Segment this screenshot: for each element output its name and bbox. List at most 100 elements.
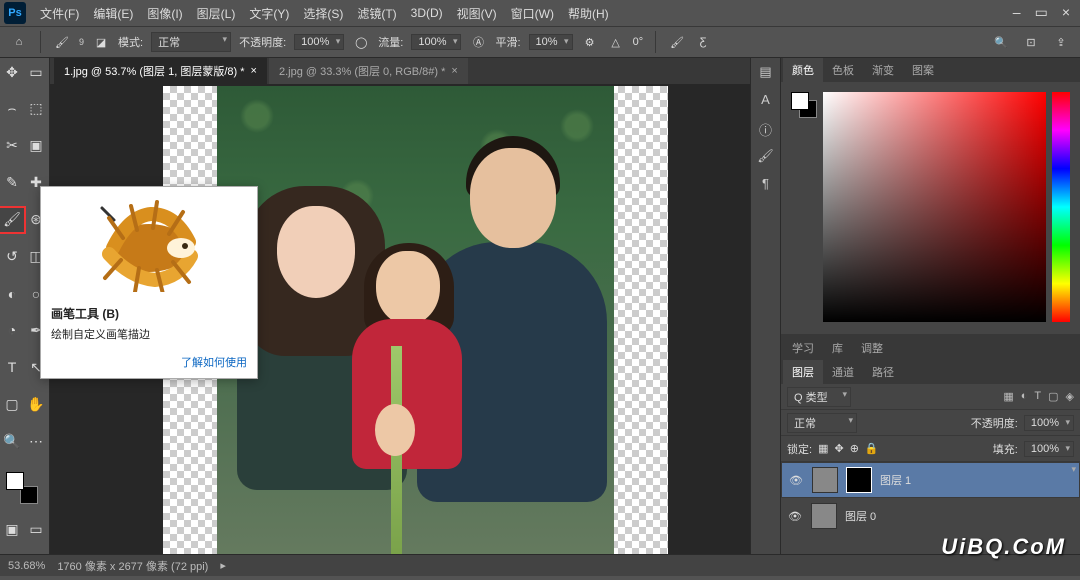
fill-input[interactable]: 100% xyxy=(1024,441,1074,457)
menu-file[interactable]: 文件(F) xyxy=(34,2,85,25)
tab-learn[interactable]: 学习 xyxy=(783,336,823,360)
menu-help[interactable]: 帮助(H) xyxy=(562,2,615,25)
status-arrow-icon[interactable]: ▸ xyxy=(220,559,226,572)
tab-swatches[interactable]: 色板 xyxy=(823,58,863,82)
visibility-icon[interactable]: 👁 xyxy=(788,474,804,487)
type-tool[interactable]: T xyxy=(0,355,24,379)
layer-opacity-input[interactable]: 100% xyxy=(1024,415,1074,431)
opacity-input[interactable]: 100% xyxy=(294,34,344,50)
saturation-value-picker[interactable] xyxy=(823,92,1046,322)
doc-dimensions[interactable]: 1760 像素 x 2677 像素 (72 ppi) xyxy=(57,558,208,574)
brush-preset-icon[interactable]: ◪ xyxy=(92,33,110,51)
quick-mask-tool[interactable]: ▣ xyxy=(0,517,24,541)
hue-slider[interactable] xyxy=(1052,92,1070,322)
flow-label: 流量: xyxy=(378,34,403,50)
lock-position-icon[interactable]: ✥ xyxy=(834,442,843,455)
zoom-level[interactable]: 53.68% xyxy=(8,560,45,572)
menu-3d[interactable]: 3D(D) xyxy=(405,3,449,23)
filter-pixel-icon[interactable]: ▦ xyxy=(1003,390,1013,403)
close-tab-icon[interactable]: × xyxy=(451,65,457,77)
menu-window[interactable]: 窗口(W) xyxy=(505,2,560,25)
character-panel-icon[interactable]: A xyxy=(757,92,775,110)
workspace-icon[interactable]: ⊡ xyxy=(1022,33,1040,51)
tab-libraries[interactable]: 库 xyxy=(823,336,852,360)
right-panels: 颜色 色板 渐变 图案 学习 库 调整 图层 通道 路径 Q 类型 ▦ xyxy=(780,58,1080,554)
hand-tool[interactable]: ✋ xyxy=(24,392,48,416)
brush-tool[interactable]: 🖌 xyxy=(0,208,24,232)
filter-adjust-icon[interactable]: ◐ xyxy=(1021,390,1028,403)
quick-select-tool[interactable]: ⬚ xyxy=(24,97,48,121)
color-swatch[interactable] xyxy=(6,472,38,504)
properties-panel-icon[interactable]: ⓘ xyxy=(757,120,775,138)
tab-color[interactable]: 颜色 xyxy=(783,58,823,82)
minimize-icon[interactable]: – xyxy=(1013,4,1021,21)
edit-toolbar[interactable]: ⋯ xyxy=(24,429,48,453)
history-panel-icon[interactable]: ▤ xyxy=(757,64,775,82)
tool-tooltip: 画笔工具 (B) 绘制自定义画笔描边 了解如何使用 xyxy=(40,186,258,379)
angle-icon[interactable]: △ xyxy=(607,33,625,51)
tab-patterns[interactable]: 图案 xyxy=(903,58,943,82)
settings-icon[interactable]: ⚙ xyxy=(581,33,599,51)
layer-item-0[interactable]: 👁 图层 0 xyxy=(781,498,1080,534)
menu-edit[interactable]: 编辑(E) xyxy=(87,2,139,25)
watermark: UiBQ.CoM xyxy=(941,534,1066,560)
restore-icon[interactable]: ▭ xyxy=(1035,4,1048,21)
smoothing-input[interactable]: 10% xyxy=(529,34,573,50)
blend-mode-select[interactable]: 正常 xyxy=(151,32,231,52)
tooltip-learn-link[interactable]: 了解如何使用 xyxy=(41,350,257,378)
layer-blend-select[interactable]: 正常 xyxy=(787,413,857,433)
tab-gradients[interactable]: 渐变 xyxy=(863,58,903,82)
document-tabs: 1.jpg @ 53.7% (图层 1, 图层蒙版/8) *× 2.jpg @ … xyxy=(50,58,780,84)
symmetry-icon[interactable]: Ƹ xyxy=(694,33,712,51)
menu-image[interactable]: 图像(I) xyxy=(141,2,188,25)
screen-mode-tool[interactable]: ▭ xyxy=(24,517,48,541)
filter-shape-icon[interactable]: ▢ xyxy=(1048,390,1058,403)
lock-pixels-icon[interactable]: ▦ xyxy=(818,442,828,455)
share-icon[interactable]: ⇪ xyxy=(1052,33,1070,51)
brush-tool-icon[interactable]: 🖌 xyxy=(53,33,71,51)
layer-filter-select[interactable]: Q 类型 xyxy=(787,387,851,407)
pressure-opacity-icon[interactable]: ◯ xyxy=(352,33,370,51)
layer-item-1[interactable]: 👁 图层 1 xyxy=(781,462,1080,498)
tab-paths[interactable]: 路径 xyxy=(863,360,903,384)
document-tab-2[interactable]: 2.jpg @ 33.3% (图层 0, RGB/8#) *× xyxy=(269,58,468,84)
menu-view[interactable]: 视图(V) xyxy=(451,2,503,25)
history-brush-tool[interactable]: ↺ xyxy=(0,245,24,269)
filter-type-icon[interactable]: T xyxy=(1034,390,1041,403)
frame-tool[interactable]: ▣ xyxy=(24,134,48,158)
eyedropper-tool[interactable]: ✎ xyxy=(0,171,24,195)
color-panel-tabs: 颜色 色板 渐变 图案 xyxy=(781,58,1080,82)
tab-adjustments[interactable]: 调整 xyxy=(852,336,892,360)
brushes-panel-icon[interactable]: 🖌 xyxy=(757,148,775,166)
menu-type[interactable]: 文字(Y) xyxy=(243,2,295,25)
color-chip[interactable] xyxy=(791,92,817,118)
close-icon[interactable]: × xyxy=(1062,4,1070,21)
search-icon[interactable]: 🔍 xyxy=(992,33,1010,51)
shape-tool[interactable]: ▢ xyxy=(0,392,24,416)
menu-select[interactable]: 选择(S) xyxy=(297,2,349,25)
menu-layer[interactable]: 图层(L) xyxy=(191,2,242,25)
move-tool[interactable]: ✥ xyxy=(0,60,24,84)
document-tab-1[interactable]: 1.jpg @ 53.7% (图层 1, 图层蒙版/8) *× xyxy=(54,58,267,84)
lock-all-icon[interactable]: 🔒 xyxy=(865,442,879,455)
visibility-icon[interactable]: 👁 xyxy=(787,510,803,523)
close-tab-icon[interactable]: × xyxy=(251,65,257,77)
tab-channels[interactable]: 通道 xyxy=(823,360,863,384)
filter-smart-icon[interactable]: ◈ xyxy=(1066,390,1074,403)
marquee-tool[interactable]: ▭ xyxy=(24,60,48,84)
crop-tool[interactable]: ✂ xyxy=(0,134,24,158)
tab-layers[interactable]: 图层 xyxy=(783,360,823,384)
airbrush-icon[interactable]: Ⓐ xyxy=(469,33,487,51)
zoom-tool[interactable]: 🔍 xyxy=(0,429,24,453)
lasso-tool[interactable]: ⌢ xyxy=(0,97,24,121)
brush-settings-icon[interactable]: 🖌 xyxy=(668,33,686,51)
flow-input[interactable]: 100% xyxy=(411,34,461,50)
dodge-tool[interactable]: ◔ xyxy=(0,318,24,342)
paragraph-panel-icon[interactable]: ¶ xyxy=(757,176,775,194)
fill-label: 填充: xyxy=(993,441,1018,457)
gradient-tool[interactable]: ◐ xyxy=(0,282,24,306)
menu-filter[interactable]: 滤镜(T) xyxy=(351,2,402,25)
home-icon[interactable]: ⌂ xyxy=(10,33,28,51)
lock-nested-icon[interactable]: ⊕ xyxy=(850,442,859,455)
status-bar: 53.68% 1760 像素 x 2677 像素 (72 ppi) ▸ xyxy=(0,554,1080,576)
